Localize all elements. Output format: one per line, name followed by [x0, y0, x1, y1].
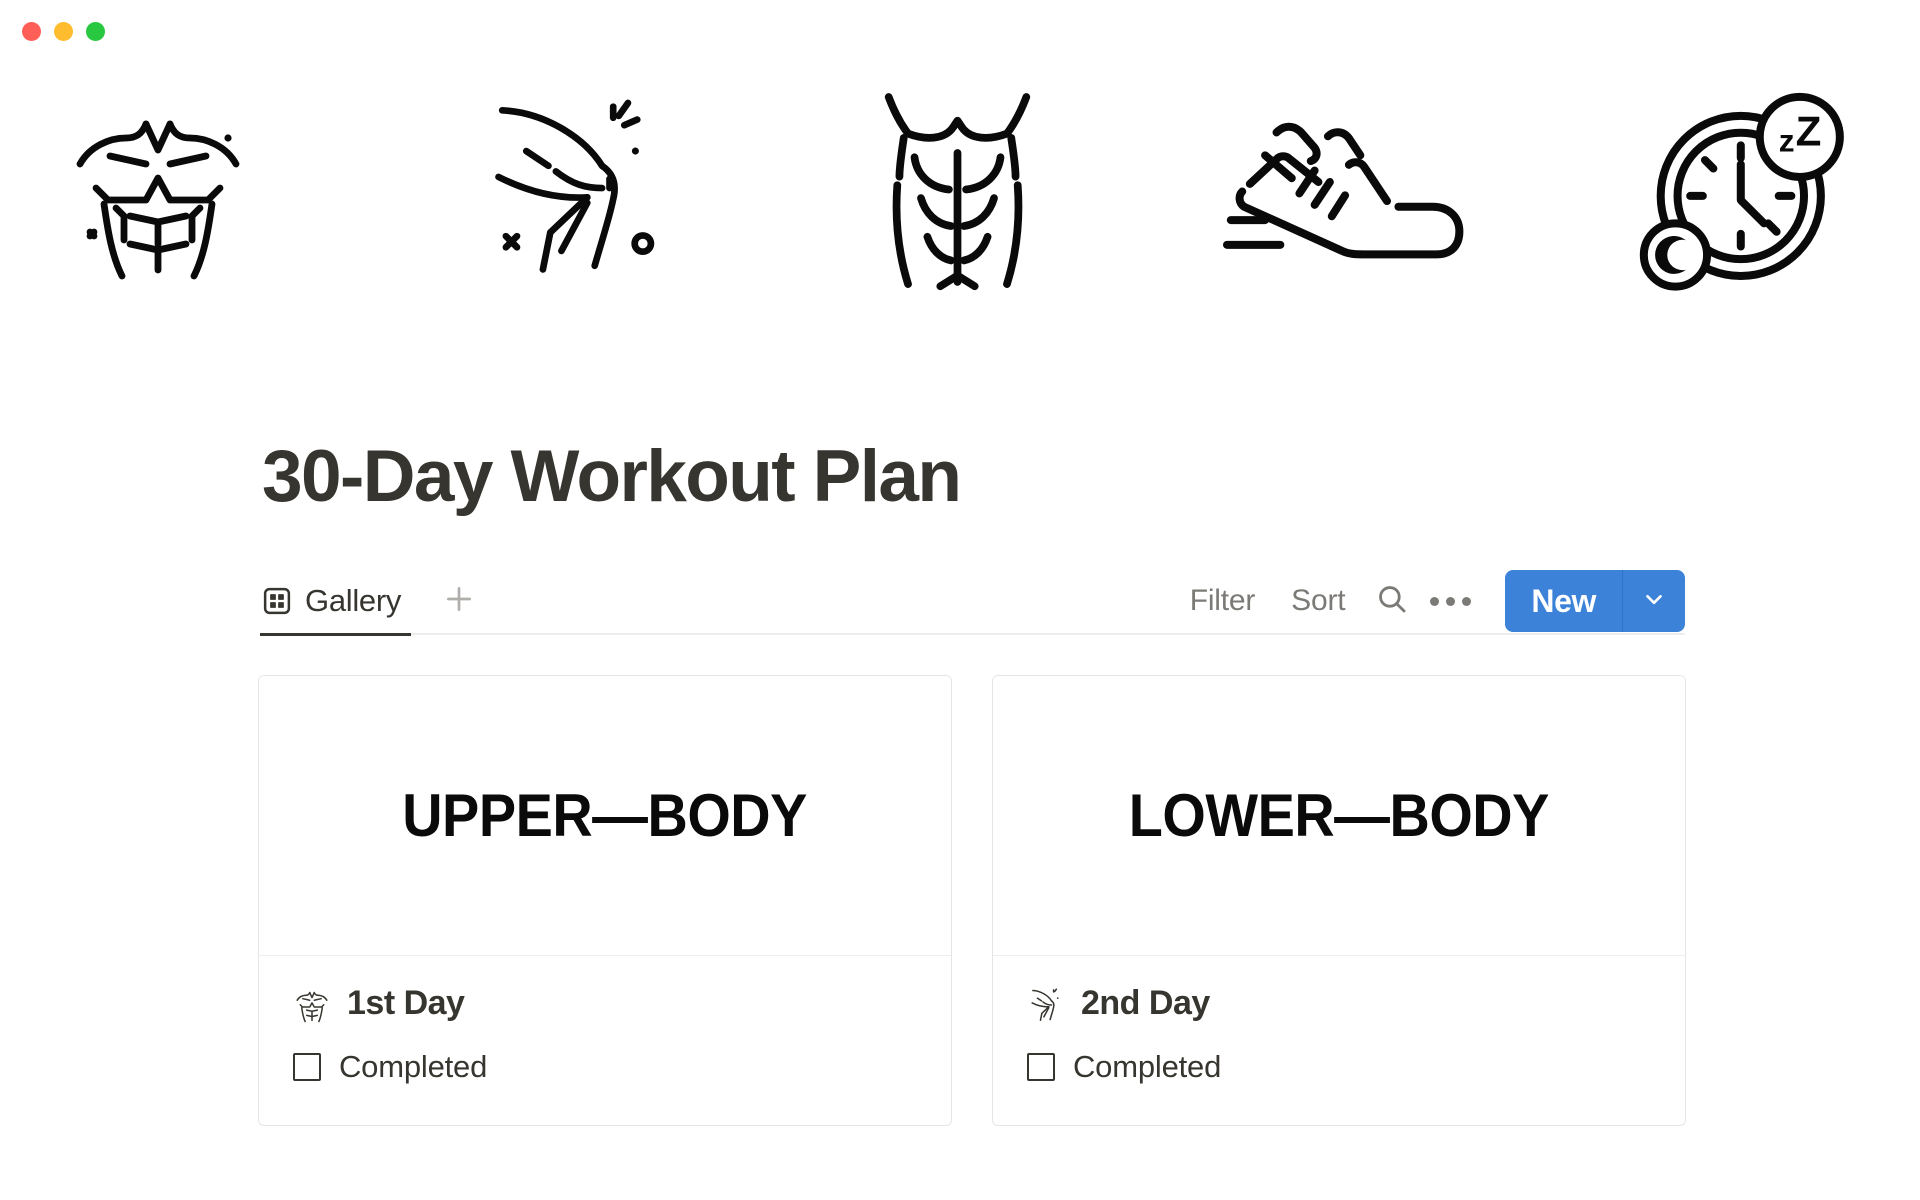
completed-checkbox[interactable] — [1027, 1053, 1055, 1081]
card-property-completed: Completed — [293, 1049, 917, 1085]
flexing-arm-icon — [480, 80, 665, 285]
add-view-button[interactable] — [437, 579, 481, 623]
toolbar-right-group: Filter Sort New — [1172, 570, 1685, 632]
completed-checkbox[interactable] — [293, 1053, 321, 1081]
card-title: 1st Day — [347, 984, 465, 1022]
tab-gallery[interactable]: Gallery — [260, 568, 412, 636]
more-options-button[interactable] — [1421, 575, 1479, 627]
search-icon — [1375, 582, 1409, 621]
database-toolbar: Gallery Filter Sort New — [260, 568, 1685, 636]
card-cover: LOWER—BODY — [993, 676, 1685, 956]
new-button[interactable]: New — [1505, 570, 1623, 632]
new-dropdown-button[interactable] — [1623, 570, 1685, 632]
abs-six-pack-icon — [850, 82, 1065, 297]
ellipsis-icon — [1429, 596, 1471, 606]
page-title: 30-Day Workout Plan — [262, 436, 962, 517]
completed-label: Completed — [339, 1049, 488, 1084]
gallery-grid: UPPER—BODY 1st Day Completed LOWER—BODY … — [258, 675, 1920, 1126]
gallery-card[interactable]: UPPER—BODY 1st Day Completed — [258, 675, 952, 1126]
cover-image: z Z — [0, 62, 1920, 362]
chest-muscle-icon — [58, 84, 258, 284]
plus-icon — [442, 582, 476, 621]
running-sneaker-icon — [1222, 102, 1472, 262]
flexing-arm-icon — [1027, 985, 1065, 1023]
tab-gallery-label: Gallery — [305, 583, 402, 618]
close-window-button[interactable] — [22, 21, 41, 41]
card-title: 2nd Day — [1081, 984, 1210, 1022]
svg-text:z: z — [1779, 123, 1795, 159]
traffic-lights — [22, 21, 105, 41]
svg-text:Z: Z — [1796, 107, 1822, 154]
minimize-window-button[interactable] — [54, 21, 73, 41]
chest-muscle-icon — [293, 985, 331, 1023]
toolbar-left-group: Gallery — [260, 568, 481, 636]
card-cover-text: LOWER—BODY — [1128, 782, 1550, 849]
zoom-window-button[interactable] — [86, 21, 105, 41]
completed-label: Completed — [1073, 1049, 1222, 1084]
page-content: 30-Day Workout Plan Gallery Filter Sort … — [0, 362, 1920, 1126]
filter-button[interactable]: Filter — [1172, 584, 1273, 618]
new-button-group: New — [1505, 570, 1685, 632]
card-cover-text: UPPER—BODY — [402, 782, 808, 849]
card-title-row: 1st Day — [293, 984, 917, 1023]
chevron-down-icon — [1641, 586, 1667, 617]
card-body: 1st Day Completed — [259, 956, 951, 1125]
card-body: 2nd Day Completed — [993, 956, 1685, 1125]
grid-icon — [262, 586, 292, 616]
card-title-row: 2nd Day — [1027, 984, 1651, 1023]
sleep-clock-icon: z Z — [1630, 80, 1860, 295]
sort-button[interactable]: Sort — [1273, 584, 1363, 618]
window-titlebar — [0, 0, 1920, 62]
search-button[interactable] — [1363, 575, 1421, 627]
card-property-completed: Completed — [1027, 1049, 1651, 1085]
gallery-card[interactable]: LOWER—BODY 2nd Day Completed — [992, 675, 1686, 1126]
card-cover: UPPER—BODY — [259, 676, 951, 956]
